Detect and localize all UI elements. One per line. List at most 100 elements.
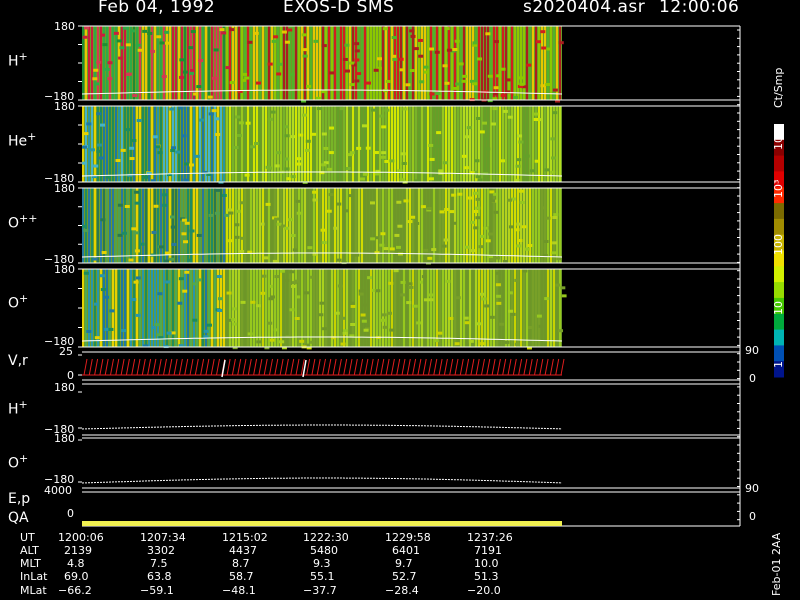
vr-vector — [438, 358, 443, 376]
spectrogram-speckle — [181, 134, 187, 138]
spectrogram-stripe — [184, 269, 186, 347]
spectrogram-speckle — [292, 248, 298, 252]
spectrogram-speckle — [83, 26, 89, 30]
spectrogram-stripe — [433, 106, 435, 182]
vr-vector — [390, 358, 395, 376]
spectrogram-stripe — [310, 106, 312, 182]
colorbar-tick-10: 10 — [772, 301, 785, 315]
spectrogram-stripe — [487, 269, 489, 347]
spectrogram-speckle — [514, 342, 520, 346]
spectrogram-speckle — [183, 162, 189, 166]
spectrogram-stripe — [343, 26, 345, 100]
spectrogram-speckle — [402, 107, 408, 111]
spectrogram-stripe — [307, 188, 309, 263]
spectrogram-speckle — [150, 326, 156, 330]
spectrogram-stripe — [388, 269, 390, 347]
spectrogram-stripe — [247, 106, 249, 182]
spectrogram-speckle — [474, 159, 480, 163]
spectrogram-speckle — [393, 269, 399, 273]
spectrogram-stripe — [556, 106, 558, 182]
spectrogram-speckle — [496, 294, 502, 298]
spectrogram-stripe — [112, 106, 114, 182]
spectrogram-stripe — [322, 106, 324, 182]
spectrogram-speckle — [139, 242, 145, 246]
spectrogram-speckle — [429, 157, 435, 161]
spectrogram-speckle — [321, 90, 327, 94]
spectrogram-speckle — [182, 70, 188, 74]
spectrogram-stripe — [520, 106, 522, 182]
spectrogram-speckle — [478, 245, 484, 249]
spectrogram-stripe — [124, 26, 126, 100]
spectrogram-stripe — [421, 106, 423, 182]
spectrogram-speckle — [177, 301, 183, 305]
spectrogram-stripe — [514, 26, 516, 100]
spectrogram-speckle — [512, 95, 518, 99]
spectrogram-stripe — [532, 269, 534, 347]
spectrogram-stripe — [226, 269, 228, 347]
spectrogram-stripe — [229, 106, 231, 182]
spectrogram-stripe — [205, 106, 207, 182]
spectrogram-speckle — [524, 247, 530, 251]
table-cell: 10.0 — [474, 557, 499, 570]
table-cell: −59.1 — [140, 584, 174, 597]
spectrogram-speckle — [119, 46, 125, 50]
spectrogram-speckle — [475, 216, 481, 220]
vr-vector — [247, 358, 252, 376]
spectrogram-speckle — [515, 164, 521, 168]
panel-label-o: O+ — [8, 292, 29, 312]
spectrogram-speckle — [216, 275, 222, 279]
spectrogram-speckle — [228, 239, 234, 243]
spectrogram-stripe — [370, 188, 372, 263]
spectrogram-stripe — [211, 26, 213, 100]
spectrogram-stripe — [412, 106, 414, 182]
spectrogram-speckle — [170, 215, 176, 219]
vr-vector — [263, 358, 268, 376]
spectrogram-speckle — [328, 193, 334, 197]
spectrogram-stripe — [223, 188, 225, 263]
spectrogram-speckle — [301, 33, 307, 37]
spectrogram-speckle — [420, 205, 426, 209]
spectrogram-stripe — [331, 26, 333, 100]
spectrogram-stripe — [445, 106, 447, 182]
colorbar-swatch — [774, 282, 784, 299]
spectrogram-speckle — [247, 332, 253, 336]
vr-vector — [110, 358, 114, 376]
spectrogram-stripe — [457, 106, 459, 182]
spectrogram-speckle — [183, 178, 189, 182]
spectrogram-stripe — [292, 106, 294, 182]
spectrogram-stripe — [400, 26, 402, 100]
vr-vector — [237, 358, 242, 376]
vr-vector — [157, 358, 162, 376]
vr-vector — [104, 358, 109, 376]
spectrogram-speckle — [304, 148, 310, 152]
vr-vector — [205, 358, 210, 376]
spectrogram-speckle — [143, 175, 149, 179]
spectrogram-stripe — [154, 269, 156, 347]
tick-he-top: 180 — [54, 100, 75, 113]
spectrogram-stripe — [442, 26, 444, 100]
colorbar-swatch — [774, 329, 784, 346]
spectrogram-stripe — [508, 26, 510, 100]
spectrogram-speckle — [428, 298, 434, 302]
table-cell: 7191 — [474, 544, 502, 557]
spectrogram-stripe — [295, 106, 297, 182]
spectrogram-speckle — [156, 333, 162, 337]
spectrogram-speckle — [384, 159, 390, 163]
spectrogram-stripe — [274, 269, 276, 347]
spectrogram-stripe — [364, 188, 366, 263]
spectrogram-speckle — [190, 30, 196, 34]
spectrogram-speckle — [273, 328, 279, 332]
spectrogram-speckle — [423, 70, 429, 74]
spectrogram-speckle — [480, 342, 486, 346]
table-cell: −37.7 — [303, 584, 337, 597]
plot-date: Feb 04, 1992 — [98, 0, 216, 17]
spectrogram-stripe — [382, 26, 384, 100]
spectrogram-stripe — [205, 188, 207, 263]
spectrogram-stripe — [412, 269, 414, 347]
spectrogram-stripe — [505, 26, 507, 100]
spectrogram-stripe — [214, 26, 216, 100]
spectrogram-speckle — [483, 137, 489, 141]
spectrogram-speckle — [169, 107, 175, 111]
spectrogram-speckle — [275, 151, 281, 155]
spectrogram-speckle — [153, 204, 159, 208]
